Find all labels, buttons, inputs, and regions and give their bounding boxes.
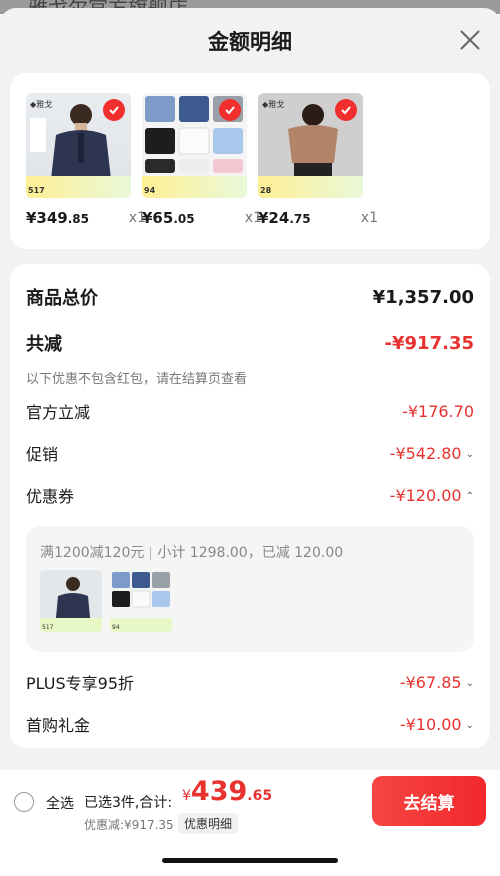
product-badge-strip: 94	[142, 176, 247, 198]
product-price: ¥349.85 x1	[26, 208, 146, 228]
close-icon[interactable]	[458, 28, 482, 52]
products-card: ◆雅戈 517 ¥349.85 x1 94 ¥65.05 x1 ◆雅戈 28 ¥…	[10, 73, 490, 249]
product-shirts-image: 94	[110, 572, 172, 632]
official-discount-value: -¥176.70	[402, 401, 474, 421]
product-sold-count: 28	[260, 186, 272, 195]
product-sold-count: 517	[28, 186, 45, 195]
svg-text:◆雅戈: ◆雅戈	[262, 99, 284, 109]
product-price: ¥65.05 x1	[142, 208, 262, 228]
product-price: ¥24.75 x1	[258, 208, 378, 228]
product-item[interactable]: ◆雅戈 517 ¥349.85 x1	[26, 93, 146, 228]
total-reduce-row: 共减 -¥917.35	[26, 330, 474, 356]
amount-detail-sheet: 金额明细 ◆雅戈 517 ¥349.85 x1 94 ¥65.05 x1 ◆雅戈…	[0, 8, 500, 876]
svg-text:517: 517	[42, 624, 54, 631]
product-badge-strip: 28	[258, 176, 363, 198]
coupon-product-thumb: 94	[110, 570, 172, 632]
coupon-product-thumb: 517	[40, 570, 102, 632]
product-price-dec: .05	[173, 212, 195, 226]
product-price-dec: .75	[289, 212, 311, 226]
coupon-label: 优惠券	[26, 487, 75, 506]
product-sold-count: 94	[144, 186, 156, 195]
sheet-header: 金额明细	[0, 8, 500, 70]
discount-note: 以下优惠不包含红包，请在结算页查看	[26, 372, 248, 387]
product-qty: x1	[360, 210, 378, 226]
promotion-label: 促销	[26, 445, 59, 464]
product-image: ◆雅戈 517	[26, 93, 131, 198]
official-discount-row: 官方立减 -¥176.70	[26, 399, 474, 423]
chevron-up-icon: ⌃	[465, 490, 474, 502]
divider	[150, 546, 152, 560]
discount-detail-link[interactable]: 优惠明细	[178, 813, 239, 834]
product-price-int: ¥65	[142, 209, 174, 227]
currency-symbol: ¥	[182, 788, 191, 804]
first-purchase-row[interactable]: 首购礼金 -¥10.00 ⌄	[26, 712, 474, 736]
home-indicator[interactable]	[162, 858, 338, 863]
total-dec: .65	[247, 788, 273, 804]
total-amount: ¥439.65	[182, 776, 272, 807]
price-summary-card: 商品总价 ¥1,357.00 共减 -¥917.35 以下优惠不包含红包，请在结…	[10, 264, 490, 748]
plus-discount-value: -¥67.85	[399, 672, 462, 692]
total-reduce-label: 共减	[26, 334, 62, 355]
select-all-radio[interactable]	[14, 792, 34, 812]
product-item[interactable]: 94 ¥65.05 x1	[142, 93, 262, 228]
chevron-down-icon: ⌄	[465, 719, 474, 731]
promotion-row[interactable]: 促销 -¥542.80 ⌄	[26, 441, 474, 465]
coupon-row[interactable]: 优惠券 -¥120.00 ⌃	[26, 483, 474, 507]
product-jacket-image: 517	[40, 577, 102, 632]
product-price-dec: .85	[67, 212, 90, 226]
first-purchase-value: -¥10.00	[399, 714, 462, 734]
coupon-value: -¥120.00	[389, 485, 462, 505]
total-int: 439	[190, 776, 248, 807]
checkout-button[interactable]: 去结算	[372, 776, 486, 826]
selected-check-icon	[335, 99, 357, 121]
product-price-int: ¥24	[258, 209, 290, 227]
product-item[interactable]: ◆雅戈 28 ¥24.75 x1	[258, 93, 378, 228]
sheet-title: 金额明细	[208, 30, 292, 54]
total-reduce-value: -¥917.35	[384, 332, 474, 354]
product-badge-strip: 517	[26, 176, 131, 198]
product-image: ◆雅戈 28	[258, 93, 363, 198]
select-all-label[interactable]: 全选	[46, 793, 74, 813]
chevron-down-icon: ⌄	[465, 448, 474, 460]
chevron-down-icon: ⌄	[465, 677, 474, 689]
selected-check-icon	[219, 99, 241, 121]
selected-check-icon	[103, 99, 125, 121]
selected-count: 已选3件,合计:	[84, 795, 173, 811]
total-price-label: 商品总价	[26, 288, 98, 309]
coupon-detail-box: 满1200减120元 小计 1298.00，已减 120.00 517 94	[26, 526, 474, 652]
product-price-int: ¥349	[26, 209, 68, 227]
official-discount-label: 官方立减	[26, 403, 91, 422]
coupon-rule-line: 满1200减120元 小计 1298.00，已减 120.00	[40, 542, 343, 562]
total-price-row: 商品总价 ¥1,357.00	[26, 284, 474, 310]
svg-text:◆雅戈: ◆雅戈	[30, 99, 52, 109]
first-purchase-label: 首购礼金	[26, 716, 91, 735]
promotion-value: -¥542.80	[389, 443, 462, 463]
plus-discount-row[interactable]: PLUS专享95折 -¥67.85 ⌄	[26, 670, 474, 694]
discount-total: 优惠减:¥917.35	[84, 818, 174, 832]
plus-discount-label: PLUS专享95折	[26, 674, 134, 693]
product-image: 94	[142, 93, 247, 198]
coupon-rule: 满1200减120元	[40, 545, 145, 561]
total-price-value: ¥1,357.00	[372, 286, 474, 308]
svg-text:94: 94	[112, 624, 120, 631]
coupon-subtotal: 小计 1298.00，已减 120.00	[157, 545, 344, 561]
